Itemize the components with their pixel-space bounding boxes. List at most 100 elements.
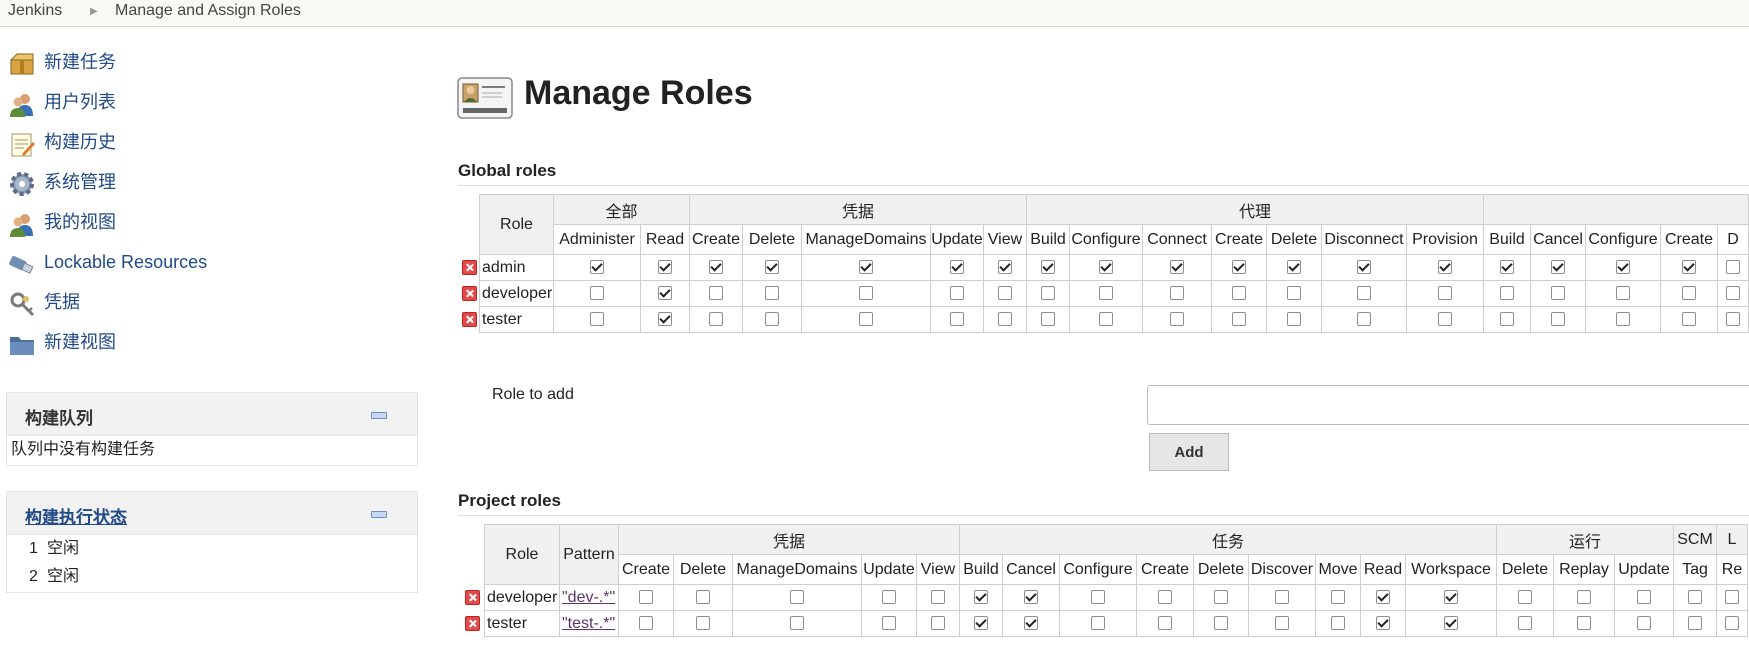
permission-checkbox[interactable] xyxy=(790,590,804,605)
permission-checkbox[interactable] xyxy=(1637,616,1651,631)
permission-checkbox[interactable] xyxy=(590,286,604,301)
permission-checkbox[interactable] xyxy=(1438,260,1452,275)
permission-checkbox[interactable] xyxy=(1551,260,1565,275)
permission-checkbox[interactable] xyxy=(1099,312,1113,327)
permission-checkbox[interactable] xyxy=(1170,286,1184,301)
permission-checkbox[interactable] xyxy=(882,590,896,605)
permission-checkbox[interactable] xyxy=(1438,286,1452,301)
permission-checkbox[interactable] xyxy=(639,590,653,605)
permission-checkbox[interactable] xyxy=(1637,590,1651,605)
permission-checkbox[interactable] xyxy=(1158,616,1172,631)
sidebar-item-label[interactable]: 用户列表 xyxy=(44,90,116,114)
permission-checkbox[interactable] xyxy=(1232,260,1246,275)
sidebar-item-build-history[interactable]: 构建历史 xyxy=(6,124,406,164)
permission-checkbox[interactable] xyxy=(1725,616,1739,631)
permission-checkbox[interactable] xyxy=(1232,286,1246,301)
sidebar-item-label[interactable]: 我的视图 xyxy=(44,210,116,234)
permission-checkbox[interactable] xyxy=(1616,286,1630,301)
delete-role-icon[interactable] xyxy=(461,311,477,327)
permission-checkbox[interactable] xyxy=(1616,260,1630,275)
permission-checkbox[interactable] xyxy=(709,286,723,301)
permission-checkbox[interactable] xyxy=(1214,590,1228,605)
permission-checkbox[interactable] xyxy=(931,616,945,631)
collapse-icon[interactable] xyxy=(371,511,387,518)
sidebar-item-label[interactable]: 新建任务 xyxy=(44,50,116,74)
permission-checkbox[interactable] xyxy=(1500,260,1514,275)
permission-checkbox[interactable] xyxy=(998,260,1012,275)
sidebar-item-label[interactable]: 系统管理 xyxy=(44,170,116,194)
sidebar-item-people[interactable]: 用户列表 xyxy=(6,84,406,124)
permission-checkbox[interactable] xyxy=(1682,286,1696,301)
permission-checkbox[interactable] xyxy=(950,260,964,275)
breadcrumb-current-page[interactable]: Manage and Assign Roles xyxy=(115,0,301,22)
permission-checkbox[interactable] xyxy=(1438,312,1452,327)
permission-checkbox[interactable] xyxy=(1099,260,1113,275)
permission-checkbox[interactable] xyxy=(709,260,723,275)
permission-checkbox[interactable] xyxy=(1682,312,1696,327)
permission-checkbox[interactable] xyxy=(1682,260,1696,275)
permission-checkbox[interactable] xyxy=(1287,260,1301,275)
permission-checkbox[interactable] xyxy=(658,286,672,301)
permission-checkbox[interactable] xyxy=(859,286,873,301)
permission-checkbox[interactable] xyxy=(1726,260,1740,275)
permission-checkbox[interactable] xyxy=(1518,590,1532,605)
permission-checkbox[interactable] xyxy=(950,312,964,327)
permission-checkbox[interactable] xyxy=(1518,616,1532,631)
permission-checkbox[interactable] xyxy=(1444,590,1458,605)
permission-checkbox[interactable] xyxy=(1577,590,1591,605)
permission-checkbox[interactable] xyxy=(1376,590,1390,605)
permission-checkbox[interactable] xyxy=(1158,590,1172,605)
permission-checkbox[interactable] xyxy=(639,616,653,631)
permission-checkbox[interactable] xyxy=(1357,312,1371,327)
sidebar-item-new-view[interactable]: 新建视图 xyxy=(6,324,406,364)
permission-checkbox[interactable] xyxy=(1577,616,1591,631)
delete-role-icon[interactable] xyxy=(464,615,480,631)
permission-checkbox[interactable] xyxy=(1726,286,1740,301)
permission-checkbox[interactable] xyxy=(1041,286,1055,301)
permission-checkbox[interactable] xyxy=(1551,286,1565,301)
permission-checkbox[interactable] xyxy=(790,616,804,631)
permission-checkbox[interactable] xyxy=(859,260,873,275)
permission-checkbox[interactable] xyxy=(1376,616,1390,631)
permission-checkbox[interactable] xyxy=(696,616,710,631)
sidebar-item-lockable-resources[interactable]: Lockable Resources xyxy=(6,244,406,284)
sidebar-item-manage-jenkins[interactable]: 系统管理 xyxy=(6,164,406,204)
permission-checkbox[interactable] xyxy=(1616,312,1630,327)
role-to-add-input[interactable] xyxy=(1147,385,1749,425)
permission-checkbox[interactable] xyxy=(658,312,672,327)
permission-checkbox[interactable] xyxy=(931,590,945,605)
sidebar-item-label[interactable]: Lockable Resources xyxy=(44,250,207,274)
permission-checkbox[interactable] xyxy=(590,312,604,327)
permission-checkbox[interactable] xyxy=(998,286,1012,301)
permission-checkbox[interactable] xyxy=(1551,312,1565,327)
permission-checkbox[interactable] xyxy=(1214,616,1228,631)
permission-checkbox[interactable] xyxy=(765,260,779,275)
permission-checkbox[interactable] xyxy=(1170,260,1184,275)
permission-checkbox[interactable] xyxy=(1444,616,1458,631)
permission-checkbox[interactable] xyxy=(882,616,896,631)
permission-checkbox[interactable] xyxy=(1024,590,1038,605)
permission-checkbox[interactable] xyxy=(709,312,723,327)
sidebar-item-label[interactable]: 构建历史 xyxy=(44,130,116,154)
permission-checkbox[interactable] xyxy=(1091,590,1105,605)
permission-checkbox[interactable] xyxy=(859,312,873,327)
permission-checkbox[interactable] xyxy=(590,260,604,275)
permission-checkbox[interactable] xyxy=(1041,260,1055,275)
permission-checkbox[interactable] xyxy=(1287,312,1301,327)
permission-checkbox[interactable] xyxy=(998,312,1012,327)
permission-checkbox[interactable] xyxy=(1357,286,1371,301)
permission-checkbox[interactable] xyxy=(765,286,779,301)
permission-checkbox[interactable] xyxy=(1099,286,1113,301)
role-pattern-link[interactable]: "dev-.*" xyxy=(562,589,615,606)
permission-checkbox[interactable] xyxy=(974,616,988,631)
delete-role-icon[interactable] xyxy=(461,259,477,275)
sidebar-item-new-job[interactable]: 新建任务 xyxy=(6,44,406,84)
delete-role-icon[interactable] xyxy=(461,285,477,301)
permission-checkbox[interactable] xyxy=(658,260,672,275)
permission-checkbox[interactable] xyxy=(765,312,779,327)
permission-checkbox[interactable] xyxy=(1041,312,1055,327)
permission-checkbox[interactable] xyxy=(1287,286,1301,301)
permission-checkbox[interactable] xyxy=(1091,616,1105,631)
permission-checkbox[interactable] xyxy=(1232,312,1246,327)
role-pattern-link[interactable]: "test-.*" xyxy=(562,615,615,632)
